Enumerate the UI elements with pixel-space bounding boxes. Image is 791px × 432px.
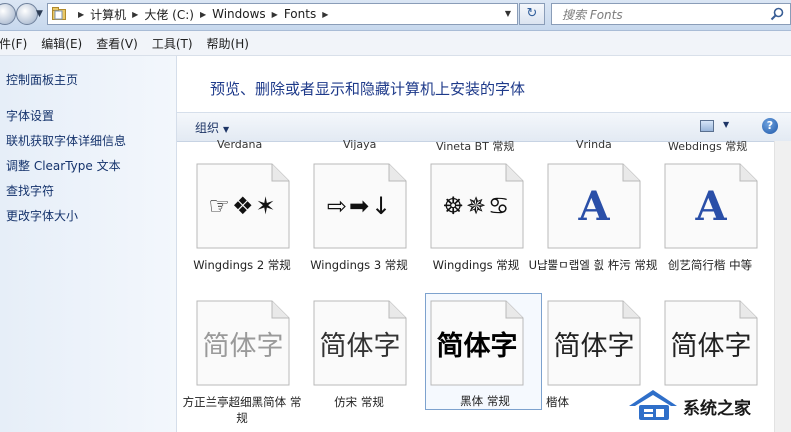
font-name: 创艺简行楷 中等 — [667, 258, 753, 272]
font-label-webdings[interactable]: Webdings 常规 — [668, 138, 747, 154]
search-input[interactable] — [560, 6, 764, 24]
menu-help[interactable]: 帮助(H) — [200, 35, 256, 52]
breadcrumb-fonts[interactable]: Fonts — [284, 7, 316, 21]
change-view-icon[interactable] — [700, 120, 714, 132]
font-label-vineta[interactable]: Vineta BT 常规 — [436, 138, 514, 154]
breadcrumb-separator-icon[interactable]: ▶ — [322, 10, 328, 19]
font-tile-heiti[interactable]: 简体字 黑体 常规 — [425, 293, 542, 410]
font-label-verdana[interactable]: Verdana — [217, 138, 262, 151]
font-tile-wingdings2[interactable]: ☞❖✶ Wingdings 2 常规 — [177, 163, 291, 285]
control-panel-home-link[interactable]: 控制面板主页 — [6, 71, 78, 88]
font-label-vijaya[interactable]: Vijaya — [343, 138, 376, 151]
navigation-pane: 控制面板主页 字体设置 联机获取字体详细信息 调整 ClearType 文本 查… — [0, 56, 177, 432]
font-tile-fangzheng[interactable]: 简体字 方正兰亭超细黑简体 常规 — [177, 300, 301, 425]
font-preview: A — [695, 182, 727, 230]
chevron-down-icon: ▼ — [223, 125, 230, 134]
watermark-logo-icon — [629, 390, 677, 420]
font-preview: 简体字 — [436, 330, 518, 362]
back-button[interactable] — [0, 3, 16, 25]
organize-button[interactable]: 组织 ▼ — [195, 119, 229, 136]
refresh-button[interactable]: ↻ — [519, 3, 545, 25]
font-settings-link[interactable]: 字体设置 — [6, 107, 54, 124]
font-preview: ☸✵♋ — [442, 192, 512, 220]
font-tile-chuangyi[interactable]: A 创艺简行楷 中等 — [645, 163, 758, 285]
breadcrumb-separator-icon[interactable]: ▶ — [78, 10, 84, 19]
font-preview: ⇨➡↓ — [326, 192, 394, 220]
breadcrumb-separator-icon[interactable]: ▶ — [132, 10, 138, 19]
breadcrumb-separator-icon[interactable]: ▶ — [200, 10, 206, 19]
font-preview: 简体字 — [319, 330, 401, 362]
breadcrumb-computer[interactable]: 计算机 — [90, 6, 126, 23]
font-preview: 简体字 — [202, 330, 284, 362]
address-dropdown-icon[interactable]: ▼ — [505, 9, 511, 18]
font-preview: ☞❖✶ — [208, 192, 278, 220]
font-name: 仿宋 常规 — [334, 395, 384, 409]
font-name: U냡뿔ㅁ랩엘 흸 杵污 常规 — [528, 258, 658, 272]
get-font-info-online-link[interactable]: 联机获取字体详细信息 — [6, 132, 126, 149]
view-options-chevron-icon[interactable]: ▼ — [723, 120, 729, 129]
font-tile-wingdings[interactable]: ☸✵♋ Wingdings 常规 — [411, 163, 524, 285]
address-toolbar: ▼ ▶ 计算机 ▶ 大佬 (C:) ▶ Windows ▶ Fonts ▶ ▼ … — [0, 0, 791, 31]
watermark-text: 系统之家 — [683, 399, 751, 419]
help-icon[interactable]: ? — [762, 118, 778, 134]
breadcrumb-windows[interactable]: Windows — [212, 7, 266, 21]
find-character-link[interactable]: 查找字符 — [6, 182, 54, 199]
menu-file[interactable]: 件(F) — [0, 35, 34, 52]
change-font-size-link[interactable]: 更改字体大小 — [6, 207, 78, 224]
breadcrumb: ▶ 计算机 ▶ 大佬 (C:) ▶ Windows ▶ Fonts ▶ — [72, 4, 334, 24]
breadcrumb-separator-icon[interactable]: ▶ — [272, 10, 278, 19]
menu-tools[interactable]: 工具(T) — [145, 35, 200, 52]
page-title: 预览、删除或者显示和隐藏计算机上安装的字体 — [210, 80, 526, 98]
recent-pages-chevron-icon[interactable]: ▼ — [36, 9, 43, 19]
font-tile-korean[interactable]: A U냡뿔ㅁ랩엘 흸 杵污 常规 — [528, 163, 657, 285]
font-name: Wingdings 3 常规 — [310, 258, 408, 272]
font-name: Wingdings 常规 — [432, 258, 520, 272]
refresh-icon: ↻ — [526, 6, 538, 21]
menu-edit[interactable]: 编辑(E) — [34, 35, 89, 52]
font-tile-wingdings3[interactable]: ⇨➡↓ Wingdings 3 常规 — [294, 163, 408, 285]
adjust-cleartype-link[interactable]: 调整 ClearType 文本 — [6, 157, 121, 174]
font-tile-fangsong[interactable]: 简体字 仿宋 常规 — [294, 300, 407, 422]
breadcrumb-drive[interactable]: 大佬 (C:) — [144, 6, 194, 23]
font-preview: A — [578, 182, 610, 230]
forward-button[interactable] — [16, 3, 38, 25]
menu-bar: 件(F) 编辑(E) 查看(V) 工具(T) 帮助(H) — [0, 31, 791, 56]
font-label-vrinda[interactable]: Vrinda — [576, 138, 612, 151]
search-box[interactable] — [551, 3, 791, 25]
watermark: 系统之家 — [597, 366, 791, 432]
search-icon[interactable] — [770, 7, 784, 21]
folder-icon — [52, 7, 66, 20]
font-name: 方正兰亭超细黑简体 常规 — [182, 395, 302, 425]
organize-label: 组织 — [195, 121, 220, 135]
font-name: Wingdings 2 常规 — [193, 258, 291, 272]
address-bar[interactable]: ▶ 计算机 ▶ 大佬 (C:) ▶ Windows ▶ Fonts ▶ ▼ — [47, 3, 518, 25]
menu-view[interactable]: 查看(V) — [89, 35, 145, 52]
